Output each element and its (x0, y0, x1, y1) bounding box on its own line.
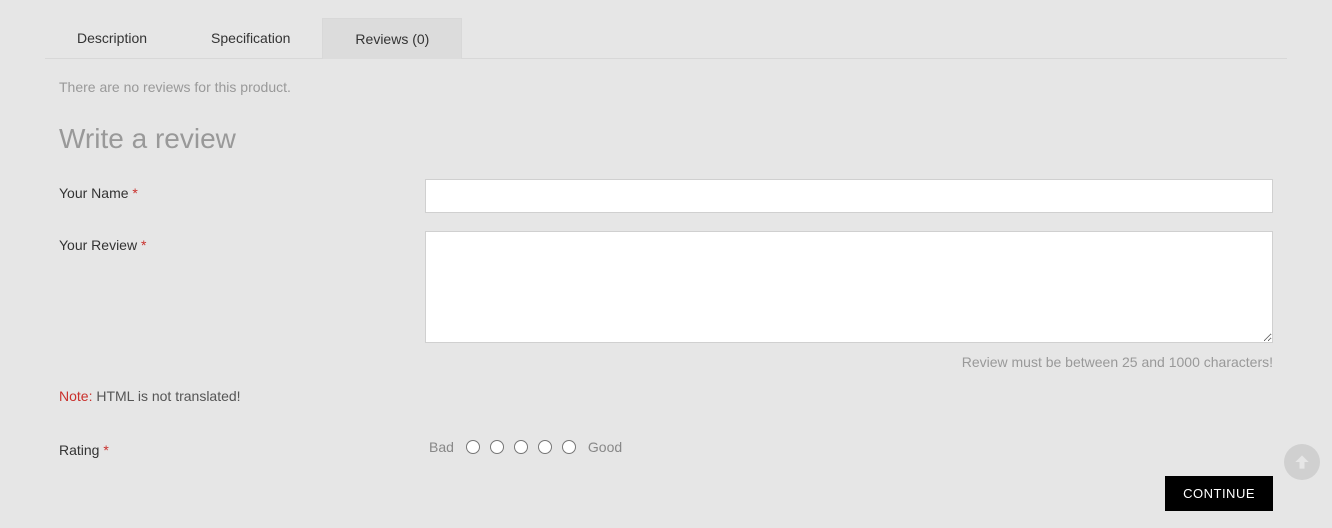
your-name-label: Your Name * (59, 179, 425, 213)
arrow-up-icon (1292, 452, 1312, 472)
rating-field: Bad Good (425, 436, 1273, 458)
tab-reviews[interactable]: Reviews (0) (322, 18, 462, 59)
review-help-text: Review must be between 25 and 1000 chara… (425, 354, 1273, 370)
continue-button[interactable]: CONTINUE (1165, 476, 1273, 511)
rating-bad-label: Bad (429, 439, 454, 455)
write-review-heading: Write a review (59, 123, 1273, 155)
note-label: Note: (59, 388, 92, 404)
tabs: Description Specification Reviews (0) (45, 18, 1287, 59)
rating-radio-4[interactable] (538, 440, 552, 454)
tab-specification[interactable]: Specification (179, 18, 322, 58)
rating-radio-1[interactable] (466, 440, 480, 454)
rating-good-label: Good (588, 439, 622, 455)
your-review-label: Your Review * (59, 231, 425, 370)
scroll-to-top-button[interactable] (1284, 444, 1320, 480)
your-review-textarea[interactable] (425, 231, 1273, 343)
rating-label: Rating * (59, 436, 425, 458)
rating-radio-2[interactable] (490, 440, 504, 454)
rating-radio-5[interactable] (562, 440, 576, 454)
required-mark: * (103, 442, 108, 458)
note-text: HTML is not translated! (92, 388, 240, 404)
note-row: Note: HTML is not translated! (59, 388, 1273, 404)
tab-description[interactable]: Description (45, 18, 179, 58)
required-mark: * (141, 237, 146, 253)
no-reviews-message: There are no reviews for this product. (59, 79, 1273, 95)
reviews-panel: There are no reviews for this product. W… (45, 59, 1287, 511)
your-name-input[interactable] (425, 179, 1273, 213)
rating-radio-3[interactable] (514, 440, 528, 454)
required-mark: * (132, 185, 137, 201)
